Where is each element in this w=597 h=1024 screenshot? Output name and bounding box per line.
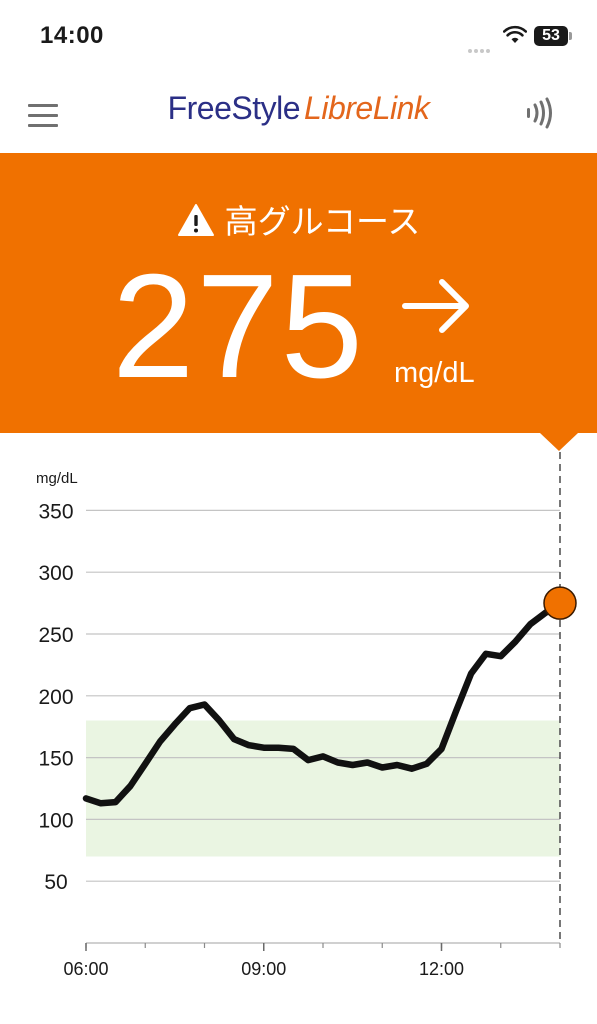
banner-pointer: [540, 433, 578, 451]
logo-librelink: LibreLink: [304, 90, 430, 126]
y-tick-label: 100: [38, 809, 73, 832]
glucose-value: 275: [112, 244, 365, 409]
wifi-icon: [503, 25, 527, 43]
glucose-history-chart: 350 300 250 200 150 100 50 06:00 09:00 12:00: [38, 452, 577, 979]
current-reading-marker: [543, 586, 577, 620]
status-time: 14:00: [40, 22, 104, 49]
warning-icon: [177, 204, 214, 236]
y-tick-label: 350: [38, 500, 73, 523]
glucose-reading-banner: 高グルコース 275 mg/dL: [0, 153, 597, 433]
nfc-scan-icon[interactable]: [524, 96, 558, 130]
glucose-unit: mg/dL: [394, 357, 475, 389]
app-header: FreeStyle LibreLink: [0, 80, 597, 152]
y-tick-label: 50: [44, 871, 67, 894]
battery-cap: [569, 32, 572, 40]
alert-row: 高グルコース: [0, 195, 597, 243]
signal-icon: [468, 40, 492, 58]
y-tick-label: 300: [38, 562, 73, 585]
y-tick-label: 250: [38, 624, 73, 647]
trend-arrow-icon: [402, 279, 469, 333]
y-tick-label: 150: [38, 748, 73, 771]
status-bar: 14:00 53: [0, 0, 597, 70]
app-logo: FreeStyle LibreLink: [0, 90, 597, 127]
alert-label: 高グルコース: [224, 203, 421, 240]
battery-icon: 53: [534, 26, 568, 46]
x-tick-label: 12:00: [419, 959, 464, 979]
x-tick-label: 09:00: [241, 959, 286, 979]
logo-freestyle: FreeStyle: [167, 90, 301, 126]
x-tick-label: 06:00: [63, 959, 108, 979]
y-tick-label: 200: [38, 686, 73, 709]
